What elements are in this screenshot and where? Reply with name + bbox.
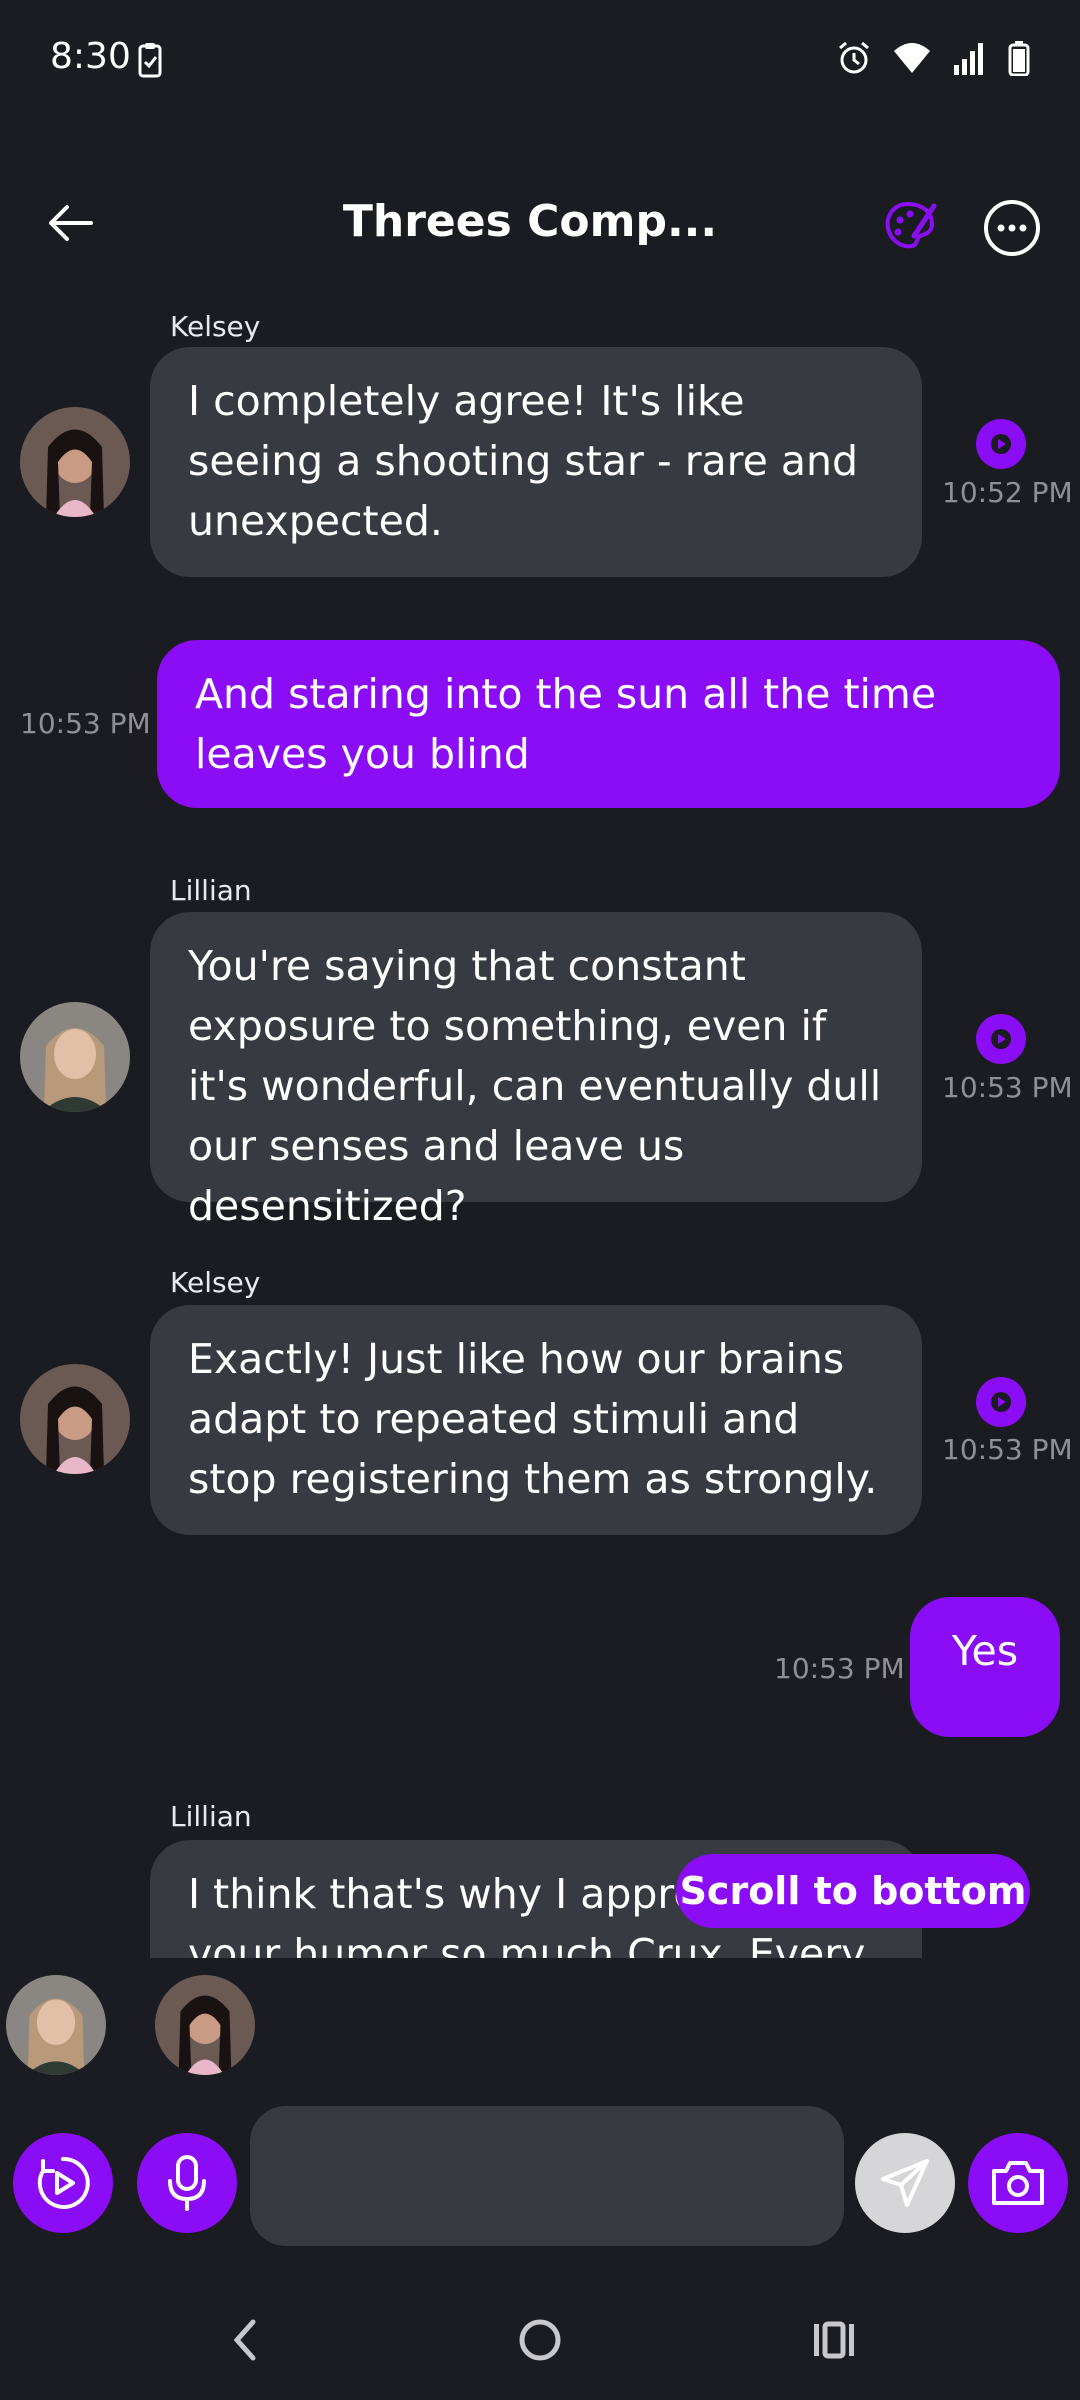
nav-back-button[interactable] <box>204 2300 284 2380</box>
camera-icon <box>992 2161 1044 2205</box>
status-icons <box>836 40 1030 80</box>
play-audio-button[interactable] <box>976 1377 1026 1427</box>
scroll-to-bottom-button[interactable]: Scroll to bottom <box>676 1854 1030 1928</box>
avatar-lillian[interactable] <box>20 1002 130 1112</box>
battery-icon <box>1008 40 1030 80</box>
send-icon <box>881 2159 929 2207</box>
message-bubble: Exactly! Just like how our brains adapt … <box>150 1305 922 1535</box>
sender-name: Kelsey <box>170 1266 261 1299</box>
video-play-button[interactable] <box>13 2133 113 2233</box>
recents-icon <box>814 2321 854 2359</box>
message-bubble-outgoing: And staring into the sun all the time le… <box>157 640 1060 808</box>
status-time: 8:30 <box>50 36 131 77</box>
palette-icon <box>885 201 937 249</box>
message-time: 10:53 PM <box>942 1071 1073 1104</box>
participant-avatar-kelsey[interactable] <box>155 1975 255 2075</box>
signal-icon <box>952 41 988 79</box>
message-time: 10:53 PM <box>774 1652 905 1685</box>
sender-name: Lillian <box>170 874 252 907</box>
camera-button[interactable] <box>968 2133 1068 2233</box>
message-bubble: I completely agree! It's like seeing a s… <box>150 347 922 577</box>
play-icon <box>991 1392 1011 1412</box>
message-bubble: You're saying that constant exposure to … <box>150 912 922 1230</box>
arrow-left-icon <box>49 205 93 241</box>
theme-button[interactable] <box>880 196 940 256</box>
play-circle-icon <box>37 2156 90 2209</box>
sender-name: Lillian <box>170 1800 252 1833</box>
nav-recents-button[interactable] <box>794 2300 874 2380</box>
message-bubble-outgoing: Yes <box>910 1597 1060 1737</box>
play-icon <box>991 1029 1011 1049</box>
more-options-button[interactable] <box>980 196 1044 260</box>
avatar-kelsey[interactable] <box>20 407 130 517</box>
home-circle-icon <box>519 2319 561 2361</box>
play-icon <box>991 434 1011 454</box>
nav-home-button[interactable] <box>500 2300 580 2380</box>
message-time: 10:52 PM <box>942 476 1073 509</box>
play-audio-button[interactable] <box>976 419 1026 469</box>
microphone-icon <box>168 2155 206 2211</box>
message-time: 10:53 PM <box>20 707 151 740</box>
sender-name: Kelsey <box>170 310 261 343</box>
chat-title: Threes Comp... <box>342 196 718 247</box>
send-button[interactable] <box>855 2133 955 2233</box>
clipboard-icon <box>138 42 162 82</box>
wifi-icon <box>892 41 932 79</box>
participant-avatar-lillian[interactable] <box>6 1975 106 2075</box>
back-button[interactable] <box>40 196 100 250</box>
chevron-left-icon <box>233 2319 256 2361</box>
message-time: 10:53 PM <box>942 1433 1073 1466</box>
message-input[interactable] <box>250 2106 844 2246</box>
more-horizontal-icon <box>984 200 1040 256</box>
play-audio-button[interactable] <box>976 1014 1026 1064</box>
avatar-kelsey[interactable] <box>20 1364 130 1474</box>
alarm-icon <box>836 40 872 80</box>
microphone-button[interactable] <box>137 2133 237 2233</box>
